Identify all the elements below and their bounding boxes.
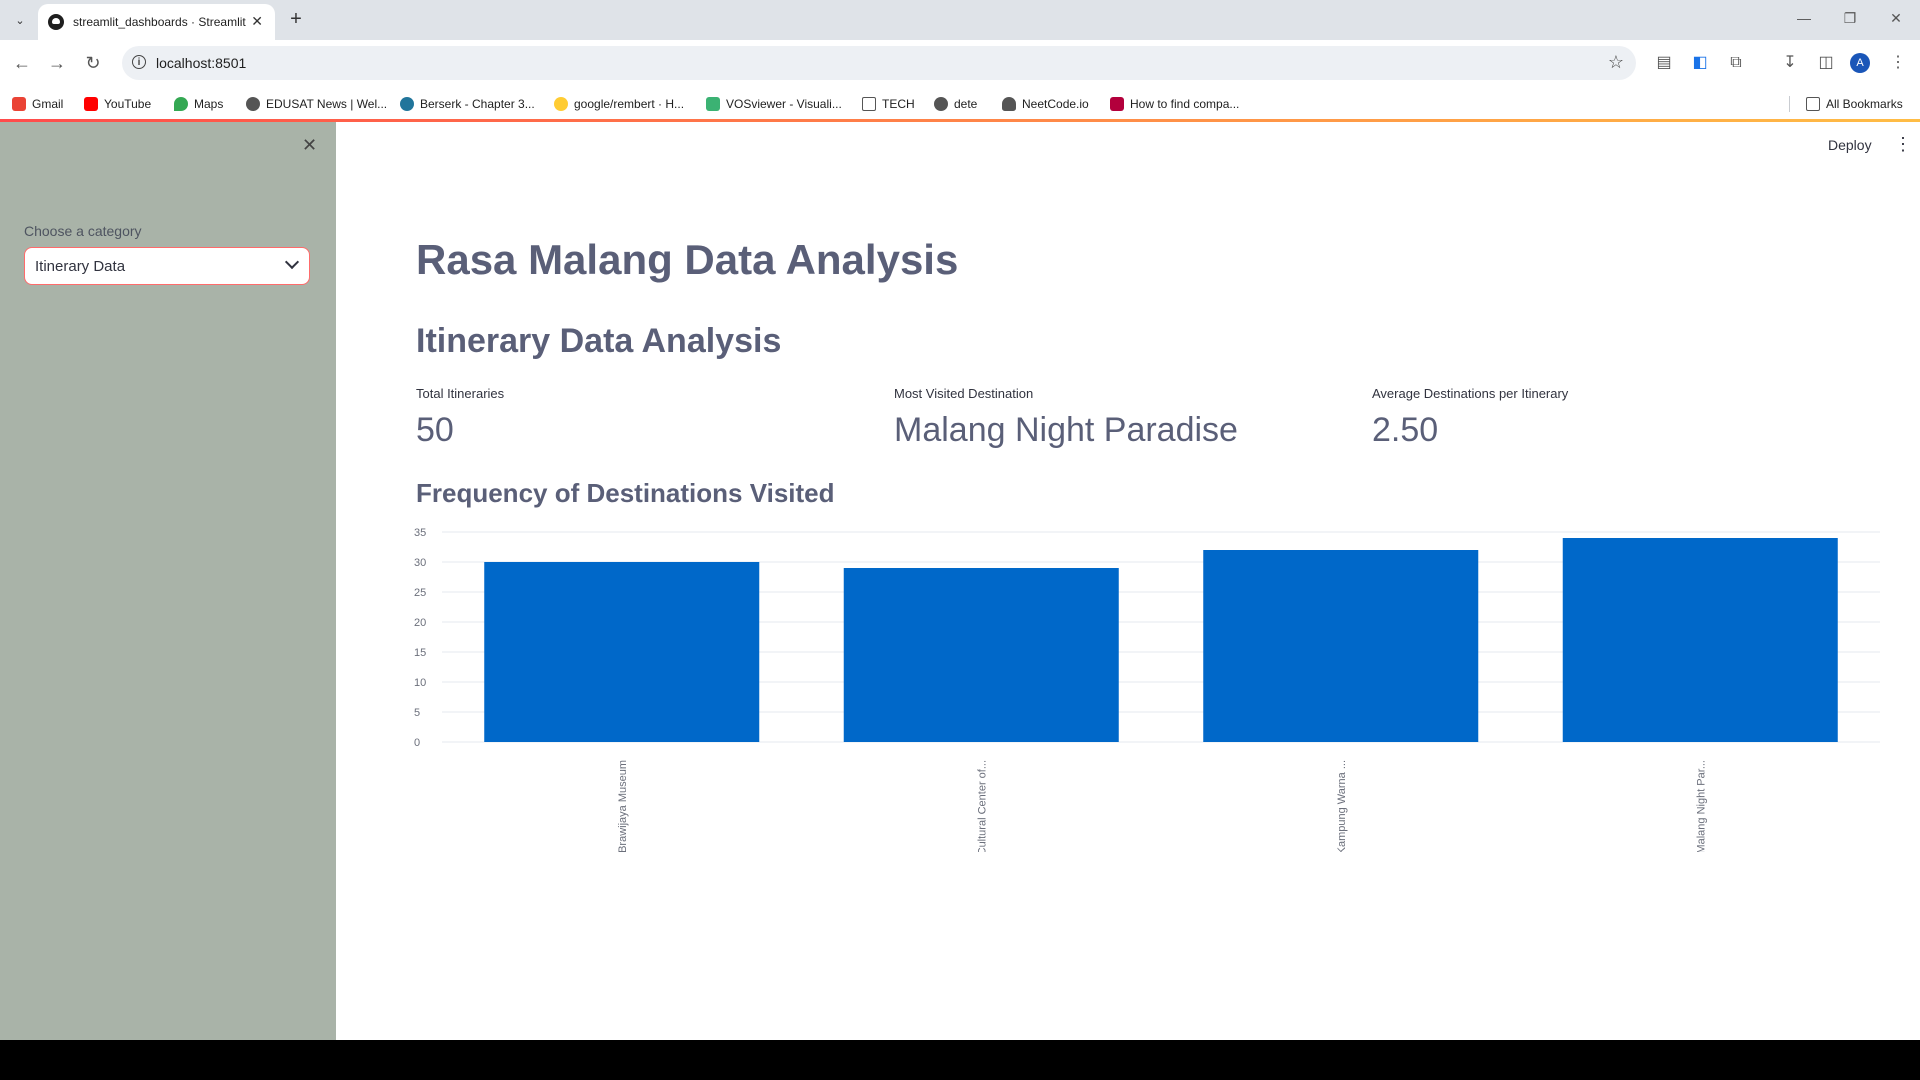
- y-tick-label: 15: [414, 647, 426, 659]
- gmail-icon: [12, 97, 26, 111]
- new-tab-icon[interactable]: +: [284, 8, 308, 32]
- youtube-icon: [84, 97, 98, 111]
- vosviewer-icon: [706, 97, 720, 111]
- forward-icon[interactable]: →: [45, 51, 69, 75]
- bookmark-folder-tech[interactable]: TECH: [862, 95, 915, 113]
- r-logo-icon: [1110, 97, 1124, 111]
- active-tab[interactable]: streamlit_dashboards · Streamlit ✕: [38, 4, 275, 40]
- browser-toolbar: ← → ↻ i localhost:8501 ☆ ▤ ◧ ⧉ ↧ ◫ A ⋮: [0, 40, 1920, 86]
- bookmark-berserk[interactable]: Berserk - Chapter 3...: [400, 95, 535, 113]
- bookmark-maps[interactable]: Maps: [174, 95, 223, 113]
- sidebar: ✕ Choose a category Itinerary Data: [0, 122, 336, 1040]
- reading-mode-icon[interactable]: ▤: [1652, 51, 1676, 75]
- bar: [484, 562, 760, 742]
- bar: [1562, 538, 1838, 742]
- y-tick-label: 0: [414, 737, 420, 749]
- bookmarks-separator: [1789, 96, 1790, 112]
- maps-pin-icon: [174, 97, 188, 111]
- chevron-down-icon: [284, 254, 300, 270]
- profile-avatar[interactable]: A: [1850, 53, 1870, 73]
- metric-value: 50: [416, 411, 454, 449]
- bookmark-star-icon[interactable]: ☆: [1608, 52, 1624, 73]
- bookmark-youtube[interactable]: YouTube: [84, 95, 151, 113]
- y-tick-label: 5: [414, 707, 420, 719]
- y-tick-label: 20: [414, 617, 426, 629]
- metric-value: Malang Night Paradise: [894, 411, 1238, 449]
- side-panel-icon[interactable]: ◫: [1814, 51, 1838, 75]
- metric-total-itineraries: Total Itineraries 50: [416, 386, 504, 450]
- restore-icon[interactable]: ❐: [1838, 10, 1862, 30]
- all-bookmarks[interactable]: All Bookmarks: [1806, 95, 1903, 113]
- category-select-value: Itinerary Data: [35, 258, 126, 275]
- bar-chart-svg: 0 5 10 15 20 25 30 35 Brawijaya Museum Cultural C…: [414, 527, 1880, 855]
- x-tick-label: Brawijaya Museum: [617, 760, 629, 852]
- back-icon[interactable]: ←: [10, 51, 34, 75]
- wordpress-icon: [400, 97, 414, 111]
- folder-icon: [862, 97, 876, 111]
- x-tick-label: Malang Night Par...: [1695, 760, 1707, 852]
- browser-menu-icon[interactable]: ⋮: [1886, 51, 1910, 75]
- bar: [843, 568, 1119, 742]
- sidebar-close-icon[interactable]: ✕: [302, 135, 317, 156]
- y-tick-label: 25: [414, 587, 426, 599]
- tab-title: streamlit_dashboards · Streamlit: [73, 15, 246, 29]
- category-select[interactable]: Itinerary Data: [24, 247, 310, 285]
- bookmark-edusat[interactable]: EDUSAT News | Wel...: [246, 95, 387, 113]
- section-title: Itinerary Data Analysis: [416, 322, 782, 360]
- bookmark-neetcode[interactable]: NeetCode.io: [1002, 95, 1089, 113]
- browser-window: ⌄ streamlit_dashboards · Streamlit ✕ + —…: [0, 0, 1920, 1040]
- page-title: Rasa Malang Data Analysis: [416, 236, 959, 283]
- neetcode-icon: [1002, 97, 1016, 111]
- url-text[interactable]: localhost:8501: [156, 55, 246, 71]
- metric-most-visited: Most Visited Destination Malang Night Pa…: [894, 386, 1238, 450]
- bookmark-vosviewer[interactable]: VOSviewer - Visuali...: [706, 95, 842, 113]
- download-icon[interactable]: ↧: [1778, 51, 1802, 75]
- window-close-icon[interactable]: ✕: [1884, 10, 1908, 30]
- streamlit-favicon-icon: [48, 14, 64, 30]
- destinations-bar-chart: 0 5 10 15 20 25 30 35 Brawijaya Museum Cultural C…: [408, 522, 1888, 855]
- bookmark-find-company[interactable]: How to find compa...: [1110, 95, 1239, 113]
- chart-title: Frequency of Destinations Visited: [416, 478, 835, 508]
- minimize-icon[interactable]: —: [1792, 10, 1816, 30]
- reload-icon[interactable]: ↻: [81, 51, 105, 75]
- site-info-icon[interactable]: i: [132, 55, 146, 69]
- folder-icon: [1806, 97, 1820, 111]
- deploy-button[interactable]: Deploy: [1828, 137, 1872, 153]
- huggingface-icon: [554, 97, 568, 111]
- bookmark-gmail[interactable]: Gmail: [12, 95, 63, 113]
- extensions-icon[interactable]: ⧉: [1724, 51, 1748, 75]
- metric-label: Most Visited Destination: [894, 386, 1034, 401]
- x-tick-label: Cultural Center of...: [976, 760, 988, 852]
- metric-label: Total Itineraries: [416, 386, 505, 401]
- globe-icon: [246, 97, 260, 111]
- main-menu-icon[interactable]: ⋮: [1894, 134, 1912, 155]
- metric-average-destinations: Average Destinations per Itinerary 2.50: [1372, 386, 1568, 450]
- category-select-label: Choose a category: [24, 223, 142, 239]
- globe-icon: [934, 97, 948, 111]
- address-bar[interactable]: i localhost:8501 ☆: [122, 46, 1636, 80]
- bar: [1203, 550, 1479, 742]
- y-tick-label: 30: [414, 557, 426, 569]
- bookmark-dete[interactable]: dete: [934, 95, 977, 113]
- metric-label: Average Destinations per Itinerary: [1372, 386, 1569, 401]
- tab-close-icon[interactable]: ✕: [251, 13, 263, 30]
- y-tick-label: 10: [414, 677, 426, 689]
- streamlit-app: ✕ Choose a category Itinerary Data Deplo…: [0, 122, 1920, 1040]
- metric-value: 2.50: [1372, 411, 1439, 449]
- tab-strip: ⌄ streamlit_dashboards · Streamlit ✕ + —…: [0, 0, 1920, 40]
- tab-search-icon[interactable]: ⌄: [8, 8, 32, 32]
- bookmark-rembert[interactable]: google/rembert · H...: [554, 95, 684, 113]
- y-tick-label: 35: [414, 527, 426, 539]
- bookmarks-bar: Gmail YouTube Maps EDUSAT News | Wel... …: [0, 86, 1920, 120]
- translate-icon[interactable]: ◧: [1688, 51, 1712, 75]
- main-content: Deploy ⋮ Rasa Malang Data Analysis Itine…: [336, 122, 1920, 1040]
- x-tick-label: Kampung Warna ...: [1336, 760, 1348, 852]
